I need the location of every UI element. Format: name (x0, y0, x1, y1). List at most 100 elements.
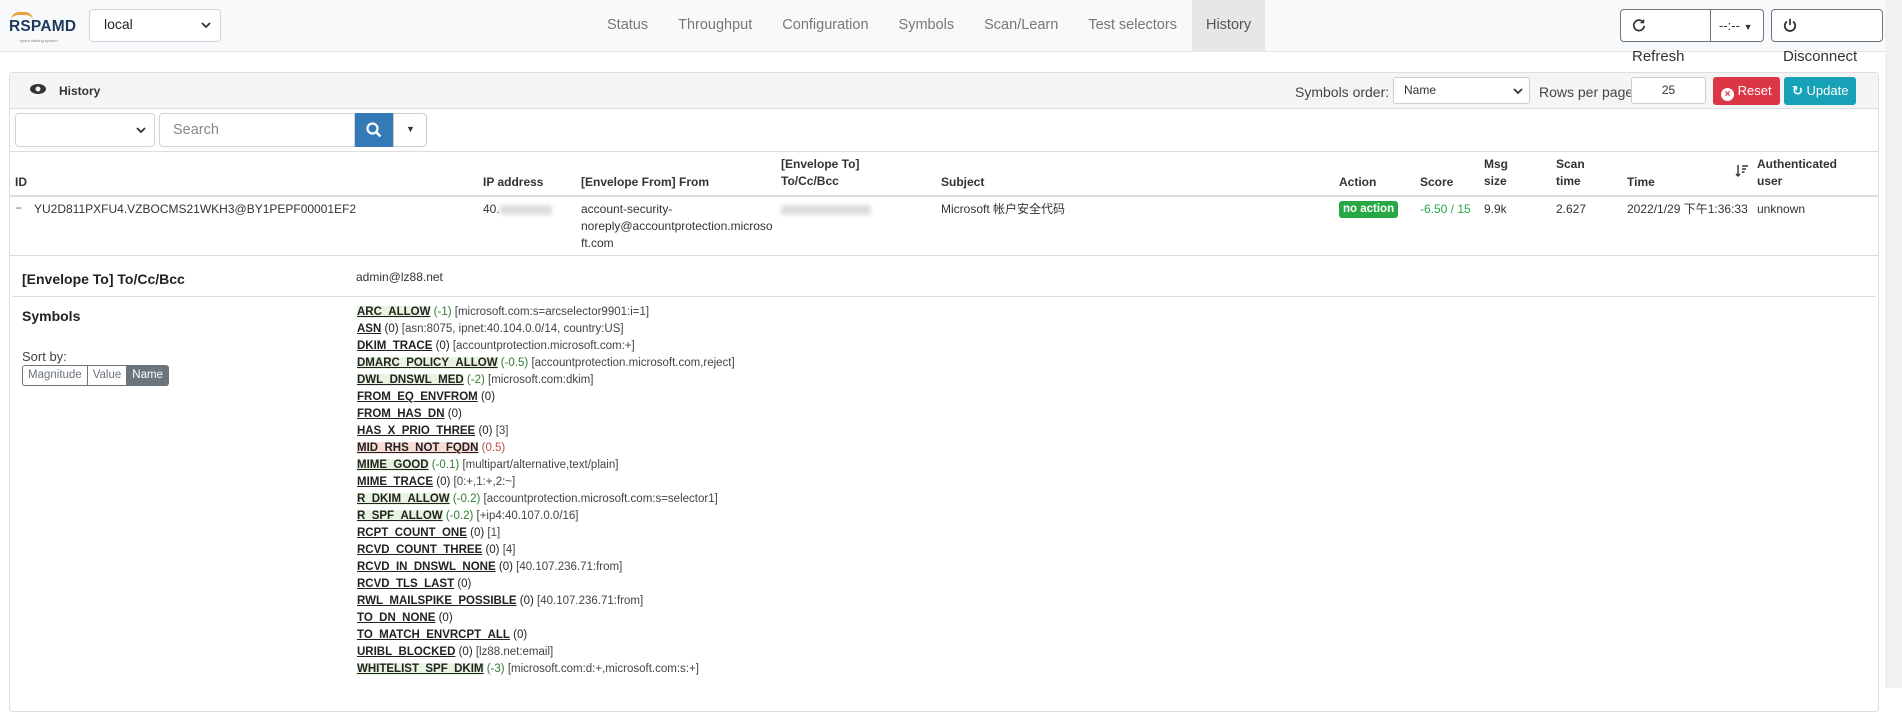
symbols-order-label: Symbols order: (1295, 84, 1390, 100)
sort-value-button[interactable]: Value (87, 365, 128, 386)
update-button[interactable]: ↻ Update (1784, 77, 1857, 105)
tab-test-selectors[interactable]: Test selectors (1073, 0, 1192, 52)
col-header-ip[interactable]: IP address (483, 174, 543, 191)
symbol-name[interactable]: TO_MATCH_ENVRCPT_ALL (357, 629, 510, 641)
tab-symbols[interactable]: Symbols (884, 0, 970, 52)
symbol-name[interactable]: ASN (357, 323, 381, 335)
symbol-name[interactable]: RCPT_COUNT_ONE (357, 527, 467, 539)
symbol-name[interactable]: WHITELIST_SPF_DKIM (357, 663, 484, 675)
sort-magnitude-button[interactable]: Magnitude (22, 365, 88, 386)
symbol-score: (0) (436, 476, 451, 488)
symbols-order-select[interactable]: Name (1393, 77, 1530, 104)
cell-id: YU2D811PXFU4.VZBOCMS21WKH3@BY1PEPF00001E… (34, 202, 357, 216)
disconnect-label: Disconnect (1783, 48, 1858, 65)
col-header-score[interactable]: Score (1420, 174, 1453, 191)
host-select-value: local (104, 16, 133, 32)
symbol-name[interactable]: TO_DN_NONE (357, 612, 435, 624)
symbol-score: (0) (519, 595, 534, 607)
symbol-row: MIME_GOOD (-0.1) [multipart/alternative,… (357, 457, 735, 474)
details-to-value: admin@lz88.net (356, 270, 443, 284)
search-input[interactable]: Search (159, 113, 355, 147)
col-header-size-line2: size (1484, 174, 1507, 188)
symbol-name[interactable]: MIME_TRACE (357, 476, 433, 488)
symbol-options: [+ip4:40.107.0.0/16] (476, 510, 579, 522)
symbol-options: [4] (502, 544, 516, 556)
col-header-subject[interactable]: Subject (941, 174, 984, 191)
symbol-name[interactable]: URIBL_BLOCKED (357, 646, 455, 658)
col-header-to[interactable]: [Envelope To] To/Cc/Bcc (781, 156, 859, 190)
symbol-row: ARC_ALLOW (-1) [microsoft.com:s=arcselec… (357, 304, 735, 321)
sort-desc-icon[interactable] (1735, 164, 1749, 178)
tab-status[interactable]: Status (592, 0, 663, 52)
refresh-button[interactable]: Refresh (1620, 9, 1711, 65)
symbol-name[interactable]: MID_RHS_NOT_FQDN (357, 442, 479, 454)
symbol-name[interactable]: DMARC_POLICY_ALLOW (357, 357, 498, 369)
symbol-options: [accountprotection.microsoft.com:s=selec… (483, 493, 718, 505)
cell-auth-user: unknown (1757, 202, 1806, 216)
tab-throughput[interactable]: Throughput (663, 0, 767, 52)
symbol-row: R_SPF_ALLOW (-0.2) [+ip4:40.107.0.0/16] (357, 508, 735, 525)
col-header-scan-line2: time (1556, 174, 1581, 188)
symbol-name[interactable]: RCVD_IN_DNSWL_NONE (357, 561, 496, 573)
col-header-action[interactable]: Action (1339, 174, 1376, 191)
cell-to (781, 201, 871, 218)
col-header-size[interactable]: Msg size (1484, 156, 1508, 190)
rspamd-logo[interactable]: RSPAMD spam filtering system (9, 8, 76, 46)
reset-button[interactable]: × Reset (1713, 77, 1780, 105)
symbol-name[interactable]: RCVD_COUNT_THREE (357, 544, 482, 556)
symbol-name[interactable]: ARC_ALLOW (357, 306, 431, 318)
symbol-name[interactable]: R_DKIM_ALLOW (357, 493, 450, 505)
symbol-score: (0) (498, 561, 513, 573)
search-options-dropdown[interactable]: ▼ (393, 113, 427, 147)
symbol-row: RCPT_COUNT_ONE (0) [1] (357, 525, 735, 542)
page-scrollbar[interactable] (1885, 0, 1902, 688)
row-collapse-toggle[interactable]: − (15, 200, 22, 217)
symbol-options: [1] (487, 527, 501, 539)
col-header-from[interactable]: [Envelope From] From (581, 174, 709, 191)
cell-ip-value: 40. (483, 202, 500, 216)
symbol-score: (0) (478, 425, 493, 437)
column-filter-select[interactable] (15, 113, 155, 147)
symbol-name[interactable]: MIME_GOOD (357, 459, 429, 471)
symbol-name[interactable]: RWL_MAILSPIKE_POSSIBLE (357, 595, 517, 607)
col-header-auth-user[interactable]: Authenticated user (1757, 156, 1837, 190)
symbol-name[interactable]: DWL_DNSWL_MED (357, 374, 464, 386)
tab-history[interactable]: History (1191, 0, 1265, 52)
symbol-name[interactable]: FROM_HAS_DN (357, 408, 445, 420)
symbol-score: (-0.1) (431, 459, 460, 471)
symbol-score: (0) (435, 340, 450, 352)
chevron-down-icon (136, 127, 146, 134)
symbol-row: DMARC_POLICY_ALLOW (-0.5) [accountprotec… (357, 355, 735, 372)
symbol-options: [microsoft.com:s=arcselector9901:i=1] (454, 306, 650, 318)
card-title: History (59, 84, 101, 98)
tab-scan-learn[interactable]: Scan/Learn (969, 0, 1073, 52)
sort-name-button[interactable]: Name (127, 365, 169, 386)
cell-from: account-security- noreply@accountprotect… (581, 201, 773, 252)
details-symbols-label: Symbols (22, 308, 81, 324)
symbol-row: RCVD_TLS_LAST (0) (357, 576, 735, 593)
col-header-scan-time[interactable]: Scan time (1556, 156, 1585, 190)
symbol-score: (-0.2) (452, 493, 481, 505)
tab-configuration[interactable]: Configuration (767, 0, 883, 52)
symbol-options: [multipart/alternative,text/plain] (462, 459, 619, 471)
refresh-interval-dropdown[interactable]: --:-- ▼ (1711, 9, 1764, 42)
symbol-options: [asn:8075, ipnet:40.104.0.0/14, country:… (401, 323, 624, 335)
symbol-row: DKIM_TRACE (0) [accountprotection.micros… (357, 338, 735, 355)
col-header-time[interactable]: Time (1627, 174, 1655, 191)
rows-per-page-input[interactable]: 25 (1631, 77, 1706, 104)
col-header-auth-line2: user (1757, 174, 1783, 188)
symbol-name[interactable]: RCVD_TLS_LAST (357, 578, 454, 590)
symbol-row: URIBL_BLOCKED (0) [lz88.net:email] (357, 644, 735, 661)
symbol-name[interactable]: HAS_X_PRIO_THREE (357, 425, 475, 437)
refresh-icon: ↻ (1792, 83, 1803, 98)
symbol-name[interactable]: FROM_EQ_ENVFROM (357, 391, 478, 403)
symbol-score: (0) (438, 612, 453, 624)
disconnect-button[interactable]: Disconnect (1771, 9, 1883, 65)
symbol-score: (-3) (486, 663, 505, 675)
col-header-id[interactable]: ID (15, 174, 27, 191)
symbol-name[interactable]: DKIM_TRACE (357, 340, 432, 352)
host-select[interactable]: local (89, 9, 221, 42)
symbol-name[interactable]: R_SPF_ALLOW (357, 510, 443, 522)
symbol-options: [3] (495, 425, 509, 437)
search-button[interactable] (355, 113, 393, 147)
